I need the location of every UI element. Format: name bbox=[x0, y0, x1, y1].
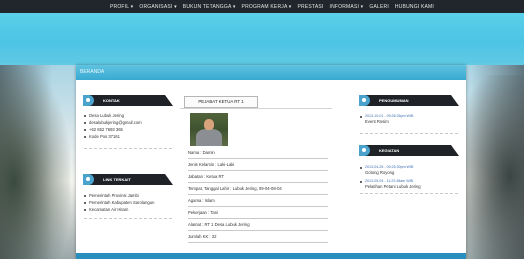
pengumuman-item-title[interactable]: Event Rosim bbox=[365, 119, 389, 124]
divider bbox=[188, 242, 328, 243]
link-kecamatan-air-hitam[interactable]: Kecamatan Air Hitam bbox=[84, 206, 154, 213]
field-jumlah-kk: Jumlah KK : 32 bbox=[188, 234, 217, 239]
announcement-icon bbox=[359, 95, 370, 106]
nav-item-program-kerja[interactable]: PROGRAM KERJA ▾ bbox=[242, 4, 292, 10]
links-widget-header: LINK TERKAIT bbox=[83, 174, 173, 185]
top-navbar: PROFIL ▾ ORGANISASI ▾ BUKUN TETANGGA ▾ P… bbox=[0, 0, 524, 13]
kegiatan-item-title[interactable]: Gotong Royong bbox=[365, 170, 394, 175]
kegiatan-list: 2013-04-25 - 09:25:30pm WIB Gotong Royon… bbox=[360, 164, 421, 189]
field-agama: Agama : Islam bbox=[188, 198, 215, 203]
kontak-list: Desa Lubuk Jering desalubukjering@gmail.… bbox=[84, 112, 142, 140]
nav-item-informasi[interactable]: INFORMASI ▾ bbox=[329, 4, 363, 10]
kegiatan-date: 2013-04-25 - 09:25:30pm WIB bbox=[365, 165, 414, 169]
field-nama: Nama : Damin bbox=[188, 150, 215, 155]
divider bbox=[360, 133, 458, 134]
field-jenis-kelamin: Jenis Kelamin : Laki-Laki bbox=[188, 162, 235, 167]
divider bbox=[360, 193, 458, 194]
link-icon bbox=[83, 174, 94, 185]
nav-menu: PROFIL ▾ ORGANISASI ▾ BUKUN TETANGGA ▾ P… bbox=[110, 4, 434, 10]
divider bbox=[188, 218, 328, 219]
link-provinsi-jambi[interactable]: Pemerintah Provinsi Jambi bbox=[84, 192, 154, 199]
background-tree-left bbox=[0, 65, 70, 259]
divider bbox=[188, 230, 328, 231]
divider bbox=[188, 194, 328, 195]
field-tempat-tanggal-lahir: Tempat, Tanggal Lahir : Lubuk Jering, 09… bbox=[188, 186, 282, 191]
official-photo bbox=[190, 113, 228, 146]
divider bbox=[84, 148, 172, 149]
divider bbox=[84, 218, 172, 219]
kontak-widget-header: KONTAK bbox=[83, 95, 173, 106]
nav-item-galeri[interactable]: GALERI bbox=[369, 4, 389, 10]
links-list: Pemerintah Provinsi Jambi Pemerintah Kab… bbox=[84, 192, 154, 213]
divider bbox=[188, 158, 328, 159]
nav-item-organisasi[interactable]: ORGANISASI ▾ bbox=[139, 4, 176, 10]
pengumuman-date: 2013-10-01 - 09:26:35pm WIB bbox=[365, 114, 414, 118]
field-alamat: Alamat : RT 1 Desa Lubuk Jering bbox=[188, 222, 250, 227]
kegiatan-title: KEGIATAN bbox=[379, 148, 400, 153]
link-kabupaten-sarolangun[interactable]: Pemerintah Kabupaten Sarolangun bbox=[84, 199, 154, 206]
divider bbox=[180, 108, 332, 109]
kontak-title: KONTAK bbox=[103, 98, 120, 103]
calendar-icon bbox=[359, 145, 370, 156]
list-item[interactable]: 2013-05-04 - 11:22:48am WIB Pelatihan Pe… bbox=[360, 178, 421, 189]
list-item[interactable]: 2013-10-01 - 09:26:35pm WIB Event Rosim bbox=[360, 113, 413, 124]
field-jabatan: Jabatan : Ketua RT bbox=[188, 174, 225, 179]
kontak-postcode: Kode Pos 37161 bbox=[84, 133, 142, 140]
field-pekerjaan: Pekerjaan : Tani bbox=[188, 210, 218, 215]
nav-item-profil[interactable]: PROFIL ▾ bbox=[110, 4, 133, 10]
kegiatan-item-title[interactable]: Pelatihan Petani Lubuk Jering bbox=[365, 184, 421, 189]
footer-bar bbox=[76, 253, 466, 259]
main-container: BERANDA KONTAK Desa Lubuk Jering desalub… bbox=[76, 65, 466, 259]
pengumuman-list: 2013-10-01 - 09:26:35pm WIB Event Rosim bbox=[360, 113, 413, 124]
nav-item-buku-tetangga[interactable]: BUKUN TETANGGA ▾ bbox=[183, 4, 236, 10]
kontak-phone: +62 852 7693 365 bbox=[84, 126, 142, 133]
pengumuman-widget-header: PENGUMUMAN bbox=[359, 95, 459, 106]
divider bbox=[188, 206, 328, 207]
page-title: BERANDA bbox=[76, 65, 466, 80]
divider bbox=[188, 182, 328, 183]
tab-pejabat-ketua-rt[interactable]: PEJABAT KETUA RT 1 bbox=[184, 96, 258, 108]
kegiatan-widget-header: KEGIATAN bbox=[359, 145, 459, 156]
kontak-email[interactable]: desalubukjering@gmail.com bbox=[84, 119, 142, 126]
kontak-icon bbox=[83, 95, 94, 106]
links-title: LINK TERKAIT bbox=[103, 177, 131, 182]
nav-item-prestasi[interactable]: PRESTASI bbox=[298, 4, 324, 10]
nav-item-hubungi-kami[interactable]: HUBUNGI KAMI bbox=[395, 4, 434, 10]
kontak-address: Desa Lubuk Jering bbox=[84, 112, 142, 119]
pengumuman-title: PENGUMUMAN bbox=[379, 98, 409, 103]
header-banner bbox=[0, 13, 524, 65]
kegiatan-date: 2013-05-04 - 11:22:48am WIB bbox=[365, 179, 414, 183]
divider bbox=[188, 170, 328, 171]
list-item[interactable]: 2013-04-25 - 09:25:30pm WIB Gotong Royon… bbox=[360, 164, 421, 175]
